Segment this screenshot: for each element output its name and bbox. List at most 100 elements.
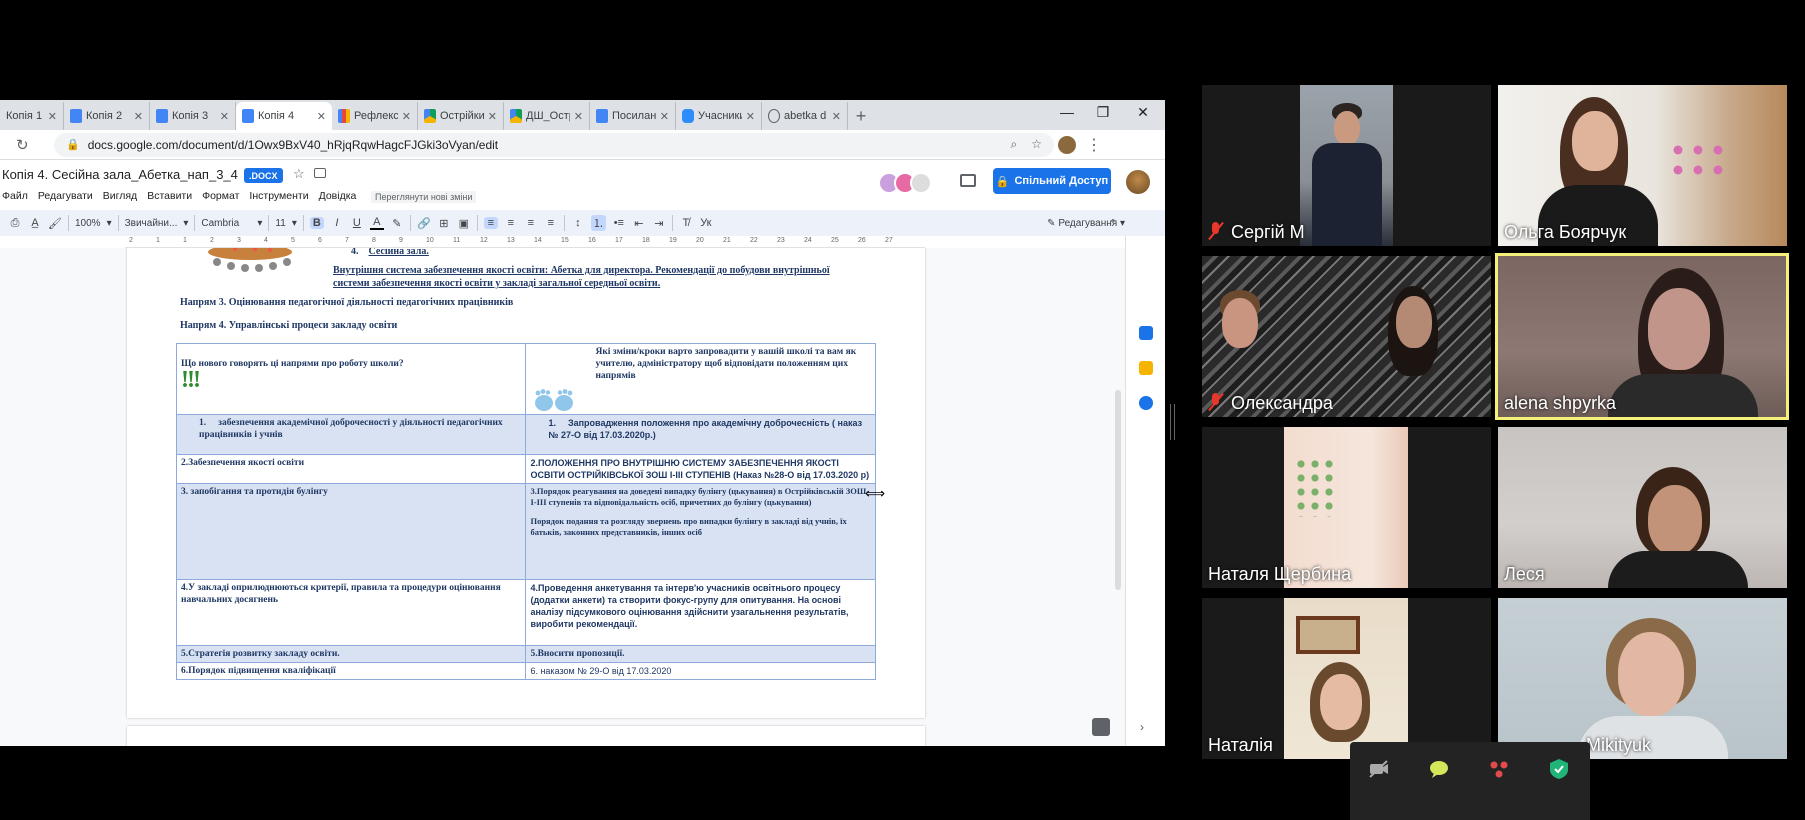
zoom-search-icon[interactable]: ⌕	[1011, 137, 1018, 152]
decrease-indent-icon[interactable]: ⇤	[632, 217, 646, 230]
increase-indent-icon[interactable]: ⇥	[652, 217, 666, 230]
menu-view[interactable]: Вигляд	[103, 190, 137, 202]
document-page[interactable]	[127, 726, 925, 746]
participant-tile-active-speaker[interactable]: alena shpyrka	[1495, 253, 1789, 420]
avatar[interactable]	[910, 172, 932, 194]
chevron-down-icon[interactable]: ▾	[257, 218, 262, 229]
move-folder-icon[interactable]	[314, 168, 326, 178]
browser-tab[interactable]: Копія 2 ✕	[64, 102, 150, 130]
minimize-button[interactable]: —	[1052, 104, 1082, 120]
doc-title[interactable]: Копія 4. Сесійна зала_Абетка_нап_3_4	[2, 167, 238, 182]
line-spacing-icon[interactable]: ↕	[571, 217, 585, 229]
account-avatar[interactable]	[1126, 170, 1150, 194]
explore-button[interactable]	[1092, 718, 1110, 736]
close-tab-icon[interactable]: ✕	[48, 110, 57, 123]
close-tab-icon[interactable]: ✕	[746, 110, 755, 123]
table-cell[interactable]: 2.ПОЛОЖЕННЯ ПРО ВНУТРІШНЮ СИСТЕМУ ЗАБЕЗП…	[525, 454, 876, 484]
table-cell[interactable]: 4.У закладі оприлюднюються критерії, пра…	[175, 579, 527, 646]
menu-edit[interactable]: Редагувати	[38, 190, 93, 202]
table-cell[interactable]: 5.Вносити пропозиції.	[525, 645, 876, 663]
italic-button[interactable]: I	[330, 217, 344, 229]
table-cell[interactable]: 6.Порядок підвищення кваліфікації	[175, 662, 527, 680]
url-input[interactable]: 🔒 docs.google.com/document/d/1Owx9BxV40_…	[54, 132, 1054, 157]
chevron-down-icon[interactable]: ▾	[183, 218, 188, 229]
close-tab-icon[interactable]: ✕	[402, 110, 411, 123]
participant-tile[interactable]: Наталія	[1202, 598, 1491, 759]
table-cell[interactable]: 3. запобігання та протидія булінгу	[175, 483, 527, 580]
input-tools-icon[interactable]: Ук	[699, 217, 713, 229]
participant-tile[interactable]: Mikityuk	[1498, 598, 1787, 759]
table-cell[interactable]: Які зміни/кроки варто запровадити у ваші…	[525, 343, 876, 415]
comment-history-icon[interactable]	[960, 174, 976, 187]
font-select[interactable]: Cambria	[201, 218, 251, 229]
table-cell[interactable]: 6. наказом № 29-О від 17.03.2020	[525, 662, 876, 680]
chevron-right-icon[interactable]: ›	[1140, 720, 1144, 734]
table-cell[interactable]: Що нового говорять ці напрями про роботу…	[175, 343, 527, 415]
close-tab-icon[interactable]: ✕	[574, 110, 583, 123]
participant-tile[interactable]: Наталя Щербина	[1202, 427, 1491, 588]
align-right-icon[interactable]: ≡	[524, 217, 538, 229]
insert-image-icon[interactable]: ▣	[457, 217, 471, 230]
spellcheck-icon[interactable]: A̲	[28, 217, 42, 229]
calendar-icon[interactable]	[1139, 326, 1153, 340]
star-icon[interactable]: ☆	[293, 166, 305, 182]
browser-tab[interactable]: abetka d ✕	[762, 102, 848, 130]
abetka-link[interactable]: Внутрішня система забезпечення якості ос…	[333, 264, 833, 290]
participant-tile[interactable]: Ольга Боярчук	[1498, 85, 1787, 246]
document-page[interactable]: 4. Сесійна зала. Внутрішня система забезп…	[127, 248, 925, 718]
menu-file[interactable]: Файл	[2, 190, 28, 202]
bold-button[interactable]: B	[309, 217, 324, 229]
restore-button[interactable]: ❐	[1088, 104, 1118, 121]
add-comment-icon[interactable]: ⊞	[437, 217, 451, 230]
close-tab-icon[interactable]: ✕	[660, 110, 669, 123]
menu-kebab-icon[interactable]: ⋮	[1086, 135, 1102, 155]
link-icon[interactable]: 🔗	[417, 217, 431, 230]
zoom-select[interactable]: 100%	[75, 218, 101, 229]
numbered-list-icon[interactable]: ⒈	[590, 215, 606, 231]
browser-tab[interactable]: Рефлексія ✕	[332, 102, 418, 130]
chevron-down-icon[interactable]: ▾	[292, 218, 297, 229]
participant-tile[interactable]: Сергій М	[1202, 85, 1491, 246]
horizontal-ruler[interactable]: 2 1 1 2 3 4 5 6 7 8 9 10 11 12 13 14 15 16 17 18 19 20 21 22 23 2…	[125, 236, 925, 248]
style-select[interactable]: Звичайни...	[125, 218, 178, 229]
browser-tab-active[interactable]: Копія 4 ✕	[236, 102, 332, 130]
share-button[interactable]: 🔒 Спільний Доступ	[993, 168, 1111, 194]
align-left-icon[interactable]: ≡	[483, 217, 498, 229]
paint-format-icon[interactable]: 🖌	[48, 217, 62, 230]
view-splitter[interactable]	[1170, 404, 1175, 440]
bookmark-star-icon[interactable]: ☆	[1031, 137, 1042, 152]
table-cell[interactable]: 1. забезпечення академічної доброчесності…	[175, 414, 527, 455]
last-edit-link[interactable]: Переглянути нові зміни	[371, 191, 477, 203]
profile-avatar[interactable]	[1058, 135, 1076, 154]
reload-icon[interactable]: ↻	[16, 136, 40, 154]
menu-help[interactable]: Довідка	[319, 190, 357, 202]
table-cell[interactable]: 2.Забезпечення якості освіти	[175, 454, 527, 484]
collaborator-avatars[interactable]	[878, 172, 932, 194]
print-icon[interactable]: ⎙	[8, 217, 22, 230]
participant-tile[interactable]: Олександра	[1202, 256, 1491, 417]
browser-tab[interactable]: Посилання ✕	[590, 102, 676, 130]
browser-tab[interactable]: Копія 3 ✕	[150, 102, 236, 130]
close-tab-icon[interactable]: ✕	[220, 110, 229, 123]
table-cell[interactable]: 1. Запровадження положення про академічну…	[525, 414, 876, 455]
security-shield-icon[interactable]	[1548, 758, 1570, 780]
highlight-icon[interactable]: ✎	[390, 217, 404, 230]
tasks-icon[interactable]	[1139, 396, 1153, 410]
clear-formatting-icon[interactable]: T̸	[679, 217, 693, 229]
collapse-menus-icon[interactable]: ⌃	[1106, 217, 1120, 230]
menu-insert[interactable]: Вставити	[147, 190, 192, 202]
chat-bubble-icon[interactable]	[1428, 758, 1450, 780]
menu-tools[interactable]: Інструменти	[249, 190, 308, 202]
keep-icon[interactable]	[1139, 361, 1153, 375]
close-tab-icon[interactable]: ✕	[832, 110, 841, 123]
video-off-icon[interactable]	[1368, 758, 1390, 780]
new-tab-button[interactable]: +	[848, 102, 874, 130]
browser-tab[interactable]: Острійки ✕	[418, 102, 504, 130]
align-justify-icon[interactable]: ≡	[544, 217, 558, 229]
table-cell[interactable]: 4.Проведення анкетування та інтерв'ю уча…	[525, 579, 876, 646]
close-tab-icon[interactable]: ✕	[488, 110, 497, 123]
close-tab-icon[interactable]: ✕	[134, 110, 143, 123]
align-center-icon[interactable]: ≡	[504, 217, 518, 229]
chevron-down-icon[interactable]: ▾	[107, 218, 112, 229]
share-screen-icon[interactable]	[1488, 758, 1510, 780]
